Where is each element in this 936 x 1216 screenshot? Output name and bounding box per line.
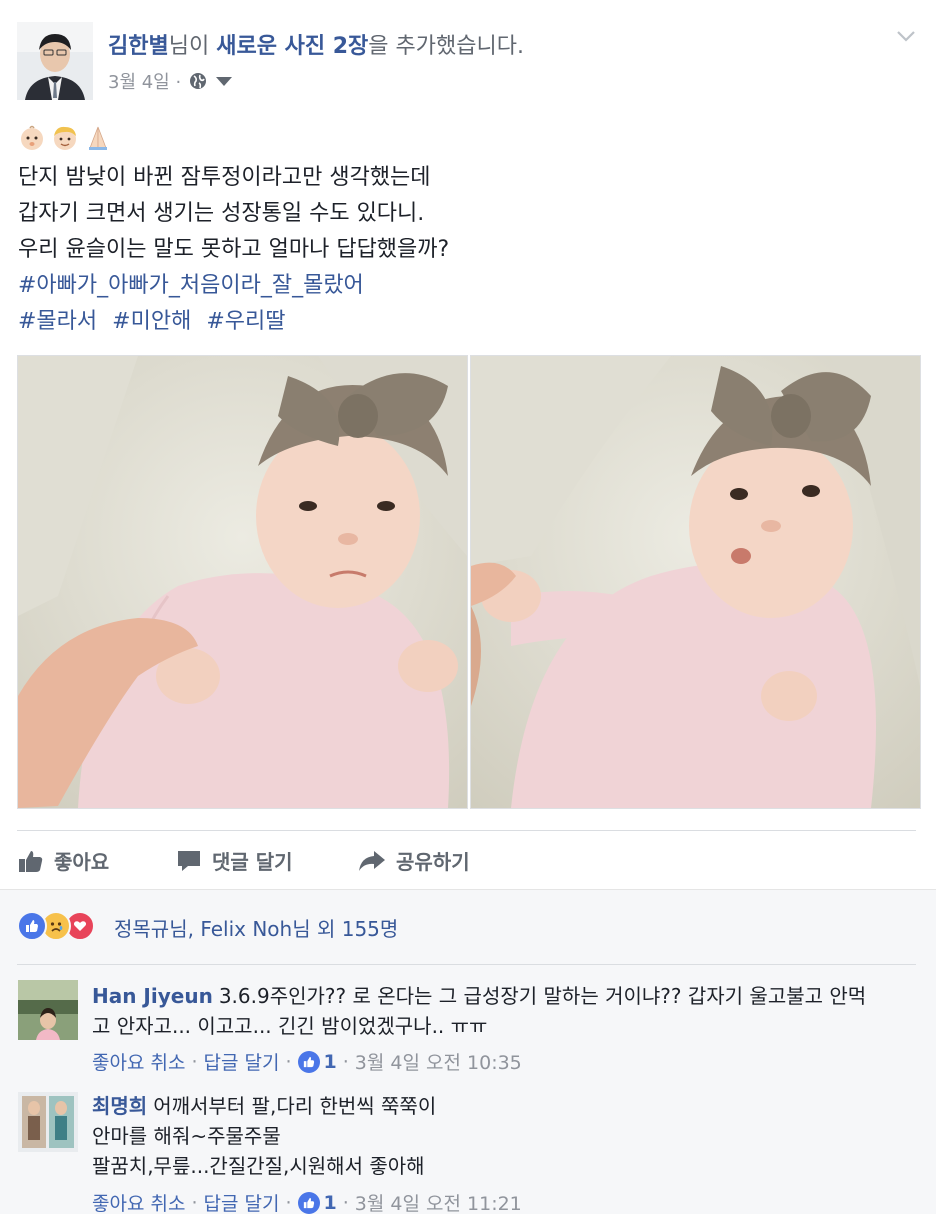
comment-label: 댓글 달기 bbox=[212, 850, 293, 874]
hashtag-link[interactable]: #미안해 bbox=[112, 309, 191, 334]
comment-button[interactable]: 댓글 달기 bbox=[176, 846, 293, 875]
comment-icon bbox=[178, 850, 200, 871]
hashtag-link[interactable]: #몰라서 bbox=[18, 309, 97, 334]
share-label: 공유하기 bbox=[396, 850, 470, 874]
comment-text-line: 팔꿈치,무릎...간질간질,시원해서 좋아해 bbox=[92, 1154, 425, 1178]
like-count-icon bbox=[297, 1191, 320, 1214]
boy-emoji bbox=[54, 126, 76, 150]
comments-divider bbox=[17, 964, 916, 965]
reactions-summary[interactable]: 정목규님, Felix Noh님 외 155명 bbox=[114, 913, 398, 942]
action-bar: 좋아요 댓글 달기 공유하기 bbox=[18, 846, 918, 876]
like-button[interactable]: 좋아요 bbox=[18, 846, 109, 875]
post-text: 단지 밤낮이 바뀐 잠투정이라고만 생각했는데 갑자기 크면서 생기는 성장통일… bbox=[18, 160, 918, 268]
post-text-line: 갑자기 크면서 생기는 성장통일 수도 있다니. bbox=[18, 201, 425, 226]
hashtag-link[interactable]: #아빠가_아빠가_처음이라_잘_몰랐어 bbox=[18, 273, 364, 298]
folded-hands-emoji bbox=[89, 126, 107, 150]
reply-link[interactable]: 답글 달기 bbox=[204, 1048, 280, 1075]
facebook-post: 김한별님이 새로운 사진 2장을 추가했습니다. 3월 4일 · 단지 밤낮이 … bbox=[0, 0, 936, 1216]
comment-actions: 좋아요 취소 · 답글 달기 · 1 · 3월 4일 오전 10:35 bbox=[92, 1048, 522, 1075]
reply-link[interactable]: 답글 달기 bbox=[204, 1189, 280, 1216]
post-text-line: 우리 윤슬이는 말도 못하고 얼마나 답답했을까? bbox=[18, 237, 450, 262]
like-reaction-icon bbox=[17, 911, 47, 941]
commenter-name[interactable]: 최명희 bbox=[92, 1094, 147, 1118]
hashtags: #아빠가_아빠가_처음이라_잘_몰랐어 #몰라서 #미안해 #우리딸 bbox=[18, 268, 372, 340]
actions-divider bbox=[17, 830, 916, 831]
comment-avatar[interactable] bbox=[18, 980, 78, 1040]
comment-time[interactable]: 3월 4일 오전 11:21 bbox=[355, 1189, 522, 1216]
like-count[interactable]: 1 bbox=[324, 1192, 337, 1214]
comment-time[interactable]: 3월 4일 오전 10:35 bbox=[355, 1048, 522, 1075]
post-date[interactable]: 3월 4일 · bbox=[108, 68, 181, 94]
share-icon bbox=[359, 850, 385, 871]
header-suffix-1: 님이 bbox=[168, 34, 217, 59]
like-label: 좋아요 bbox=[54, 850, 110, 874]
new-photos-link[interactable]: 새로운 사진 2장 bbox=[216, 34, 368, 59]
unlike-link[interactable]: 좋아요 취소 bbox=[92, 1048, 185, 1075]
comment-text-line: 안마를 해줘~주물주물 bbox=[92, 1124, 281, 1148]
comment-body: Han Jiyeun 3.6.9주인가?? 로 온다는 그 급성장기 말하는 거이… bbox=[92, 981, 912, 1041]
comment-text-line: 3.6.9주인가?? 로 온다는 그 급성장기 말하는 거이냐?? 갑자기 울고… bbox=[218, 984, 867, 1008]
chevron-down-icon[interactable] bbox=[894, 26, 918, 46]
reaction-icons[interactable] bbox=[17, 911, 95, 941]
comment-avatar[interactable] bbox=[18, 1092, 78, 1152]
comment-actions: 좋아요 취소 · 답글 달기 · 1 · 3월 4일 오전 11:21 bbox=[92, 1189, 522, 1216]
header-suffix-2: 을 추가했습니다. bbox=[368, 34, 524, 59]
share-button[interactable]: 공유하기 bbox=[358, 846, 470, 875]
like-count-icon bbox=[297, 1050, 320, 1073]
commenter-name[interactable]: Han Jiyeun bbox=[92, 984, 213, 1008]
privacy-dropdown-icon[interactable] bbox=[216, 76, 233, 86]
author-name[interactable]: 김한별 bbox=[108, 34, 169, 59]
comment-body: 최명희 어깨서부터 팔,다리 한번씩 쭉쭉이 안마를 해줘~주물주물 팔꿈치,무릎… bbox=[92, 1091, 912, 1181]
globe-icon bbox=[190, 73, 207, 89]
unlike-link[interactable]: 좋아요 취소 bbox=[92, 1189, 185, 1216]
comment-text-line: 고 안자고... 이고고... 긴긴 밤이었겠구나.. ㅠㅠ bbox=[92, 1014, 488, 1038]
like-count[interactable]: 1 bbox=[324, 1051, 337, 1073]
thumbs-up-icon bbox=[19, 850, 43, 872]
author-avatar[interactable] bbox=[17, 22, 93, 100]
post-photo-2[interactable] bbox=[470, 355, 921, 809]
post-text-line: 단지 밤낮이 바뀐 잠투정이라고만 생각했는데 bbox=[18, 165, 431, 190]
baby-emoji bbox=[21, 125, 43, 150]
hashtag-link[interactable]: #우리딸 bbox=[206, 309, 285, 334]
emoji-row bbox=[18, 124, 112, 152]
post-header-line: 김한별님이 새로운 사진 2장을 추가했습니다. bbox=[108, 28, 524, 60]
post-photo-1[interactable] bbox=[17, 355, 468, 809]
comment-text-line: 어깨서부터 팔,다리 한번씩 쭉쭉이 bbox=[153, 1094, 437, 1118]
post-meta: 3월 4일 · bbox=[108, 68, 233, 94]
